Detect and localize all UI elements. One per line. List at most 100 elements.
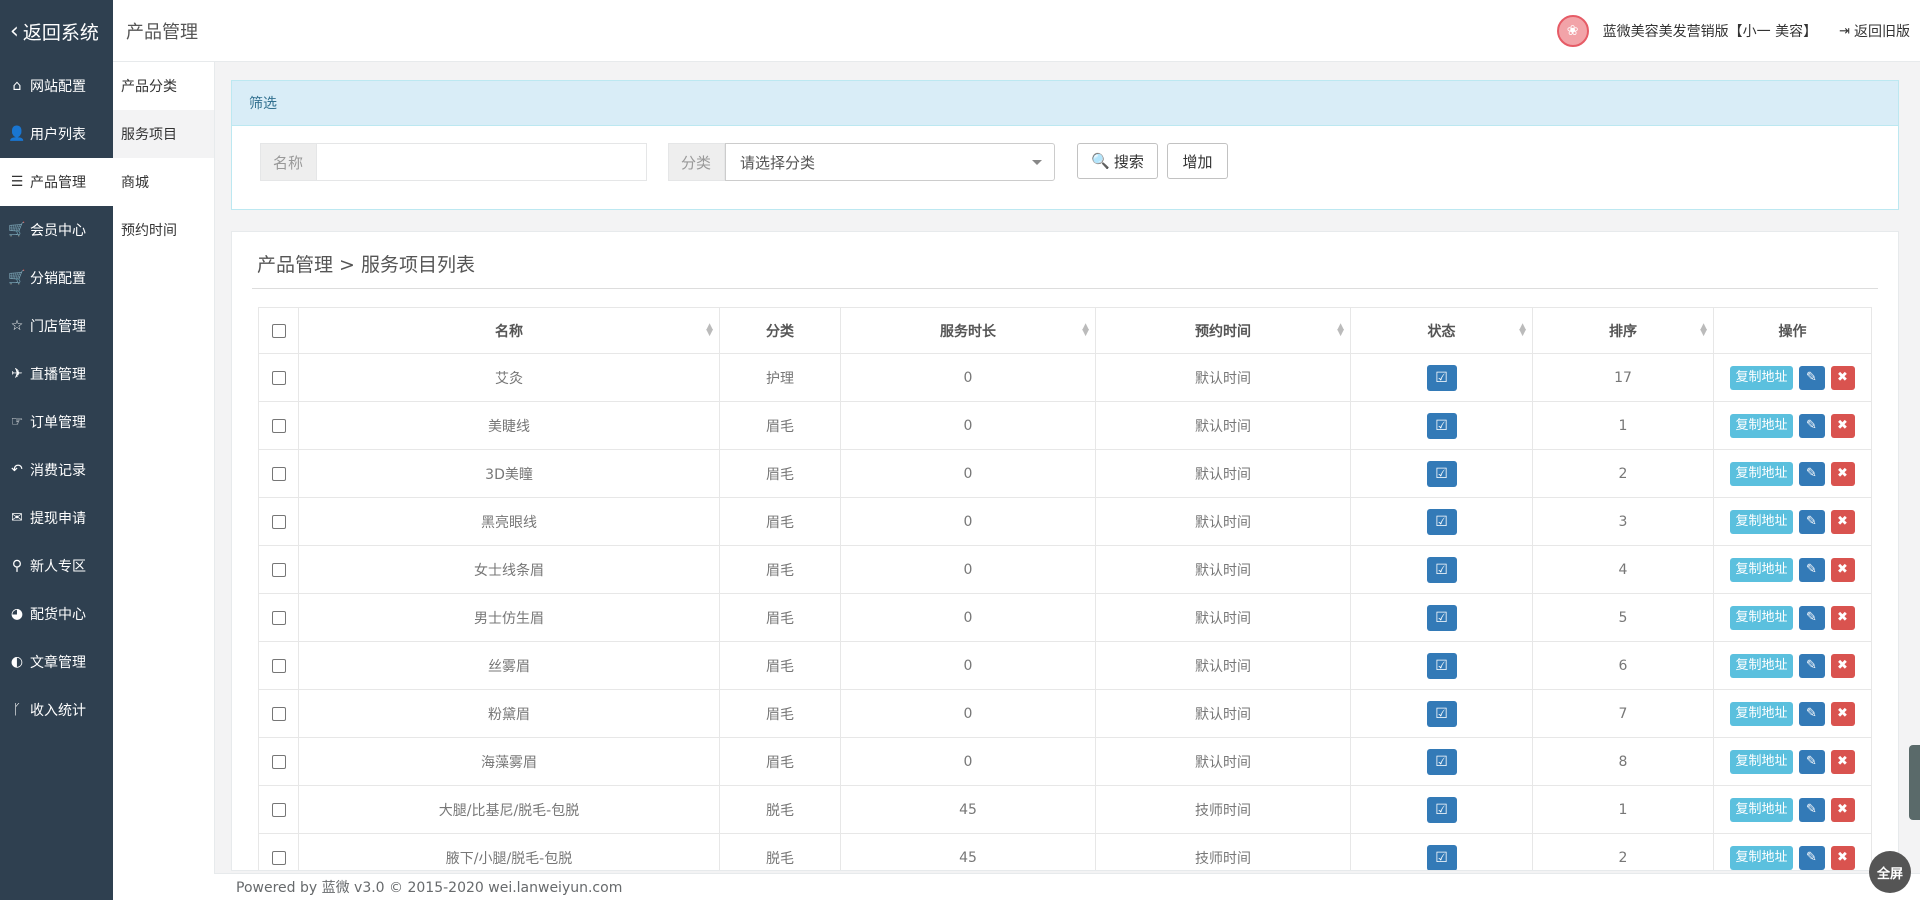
status-toggle-button[interactable]: ☑ (1426, 652, 1457, 679)
copy-address-button[interactable]: 复制地址 (1730, 509, 1793, 534)
edit-button[interactable]: ✎ (1798, 413, 1825, 438)
nav-item-10[interactable]: ⚲ 新人专区 (0, 542, 113, 590)
nav-item-2[interactable]: ☰ 产品管理 (0, 158, 113, 206)
avatar[interactable]: ❀ (1556, 15, 1589, 47)
delete-button[interactable]: ✖ (1830, 365, 1855, 390)
row-select-cell (258, 737, 299, 786)
category-select[interactable]: 请选择分类 (725, 143, 1055, 181)
nav-item-12[interactable]: ◐ 文章管理 (0, 638, 113, 686)
row-checkbox[interactable] (271, 370, 286, 385)
edit-button[interactable]: ✎ (1798, 845, 1825, 870)
close-icon: ✖ (1837, 417, 1848, 433)
copy-address-button[interactable]: 复制地址 (1730, 749, 1793, 774)
nav-item-5[interactable]: ☆ 门店管理 (0, 302, 113, 350)
nav-item-3[interactable]: 🛒 会员中心 (0, 206, 113, 254)
col-booking-time[interactable]: 预约时间 ▲ ▼ (1095, 307, 1351, 354)
back-old-version-link[interactable]: ⇥ 返回旧版 (1839, 21, 1910, 41)
subnav-item-2[interactable]: 商城 (113, 158, 214, 206)
edit-button[interactable]: ✎ (1798, 557, 1825, 582)
copy-address-button[interactable]: 复制地址 (1730, 797, 1793, 822)
delete-button[interactable]: ✖ (1830, 509, 1855, 534)
nav-item-label: 直播管理 (30, 367, 86, 383)
delete-button[interactable]: ✖ (1830, 701, 1855, 726)
copy-address-button[interactable]: 复制地址 (1730, 461, 1793, 486)
nav-item-8[interactable]: ↶ 消费记录 (0, 446, 113, 494)
delete-button[interactable]: ✖ (1830, 845, 1855, 870)
back-to-system-button[interactable]: ‹ 返回系统 (0, 0, 113, 62)
nav-item-0[interactable]: ⌂ 网站配置 (0, 62, 113, 110)
subnav-item-1[interactable]: 服务项目 (113, 110, 214, 158)
col-duration[interactable]: 服务时长 ▲ ▼ (840, 307, 1096, 354)
nav-item-13[interactable]: ᚴ 收入统计 (0, 686, 113, 734)
edit-icon: ✎ (1806, 417, 1817, 433)
subnav-item-0[interactable]: 产品分类 (113, 62, 214, 110)
delete-button[interactable]: ✖ (1830, 605, 1855, 630)
delete-button[interactable]: ✖ (1830, 797, 1855, 822)
search-button[interactable]: 🔍 搜索 (1077, 143, 1158, 179)
edit-button[interactable]: ✎ (1798, 509, 1825, 534)
cell-sort: 8 (1532, 737, 1714, 786)
nav-item-11[interactable]: ◕ 配货中心 (0, 590, 113, 638)
status-toggle-button[interactable]: ☑ (1426, 748, 1457, 775)
delete-button[interactable]: ✖ (1830, 653, 1855, 678)
delete-button[interactable]: ✖ (1830, 749, 1855, 774)
status-toggle-button[interactable]: ☑ (1426, 508, 1457, 535)
nav-item-4[interactable]: 🛒 分销配置 (0, 254, 113, 302)
cell-sort: 2 (1532, 833, 1714, 870)
subnav-item-3[interactable]: 预约时间 (113, 206, 214, 254)
copy-address-button[interactable]: 复制地址 (1730, 653, 1793, 678)
fullscreen-button[interactable]: 全屏 (1869, 851, 1911, 893)
row-checkbox[interactable] (271, 610, 286, 625)
nav-item-label: 网站配置 (30, 79, 86, 95)
col-name[interactable]: 名称 ▲ ▼ (298, 307, 720, 354)
row-checkbox[interactable] (271, 754, 286, 769)
edit-button[interactable]: ✎ (1798, 701, 1825, 726)
col-sort[interactable]: 排序 ▲ ▼ (1532, 307, 1714, 354)
edit-button[interactable]: ✎ (1798, 749, 1825, 774)
delete-button[interactable]: ✖ (1830, 413, 1855, 438)
nav-item-1[interactable]: 👤 用户列表 (0, 110, 113, 158)
name-input[interactable] (317, 143, 647, 181)
status-toggle-button[interactable]: ☑ (1426, 604, 1457, 631)
table-row: 艾灸 护理 0 默认时间 ☑ 17 复制地址 ✎ ✖ (258, 353, 1872, 402)
edit-button[interactable]: ✎ (1798, 365, 1825, 390)
copy-address-button[interactable]: 复制地址 (1730, 365, 1793, 390)
status-toggle-button[interactable]: ☑ (1426, 412, 1457, 439)
copy-address-button[interactable]: 复制地址 (1730, 557, 1793, 582)
divider (252, 288, 1878, 289)
row-checkbox[interactable] (271, 802, 286, 817)
side-handle[interactable] (1909, 745, 1920, 820)
edit-button[interactable]: ✎ (1798, 461, 1825, 486)
copy-address-button[interactable]: 复制地址 (1730, 701, 1793, 726)
edit-button[interactable]: ✎ (1798, 605, 1825, 630)
status-toggle-button[interactable]: ☑ (1426, 556, 1457, 583)
cell-status: ☑ (1350, 785, 1533, 834)
row-checkbox[interactable] (271, 658, 286, 673)
row-checkbox[interactable] (271, 466, 286, 481)
col-status[interactable]: 状态 ▲ ▼ (1350, 307, 1533, 354)
select-all-checkbox[interactable] (271, 323, 286, 338)
delete-button[interactable]: ✖ (1830, 557, 1855, 582)
copy-address-button[interactable]: 复制地址 (1730, 605, 1793, 630)
status-toggle-button[interactable]: ☑ (1426, 700, 1457, 727)
nav-item-6[interactable]: ✈ 直播管理 (0, 350, 113, 398)
row-checkbox[interactable] (271, 562, 286, 577)
edit-button[interactable]: ✎ (1798, 653, 1825, 678)
nav-item-7[interactable]: ☞ 订单管理 (0, 398, 113, 446)
row-checkbox[interactable] (271, 706, 286, 721)
status-toggle-button[interactable]: ☑ (1426, 844, 1457, 870)
copy-address-button[interactable]: 复制地址 (1730, 413, 1793, 438)
add-button[interactable]: 增加 (1167, 143, 1228, 179)
nav-item-9[interactable]: ✉ 提现申请 (0, 494, 113, 542)
status-toggle-button[interactable]: ☑ (1426, 796, 1457, 823)
status-toggle-button[interactable]: ☑ (1426, 364, 1457, 391)
delete-button[interactable]: ✖ (1830, 461, 1855, 486)
copy-address-button[interactable]: 复制地址 (1730, 845, 1793, 870)
status-toggle-button[interactable]: ☑ (1426, 460, 1457, 487)
row-checkbox[interactable] (271, 418, 286, 433)
row-select-cell (258, 401, 299, 450)
row-checkbox[interactable] (271, 514, 286, 529)
edit-button[interactable]: ✎ (1798, 797, 1825, 822)
cell-actions: 复制地址 ✎ ✖ (1713, 689, 1872, 738)
row-checkbox[interactable] (271, 850, 286, 865)
